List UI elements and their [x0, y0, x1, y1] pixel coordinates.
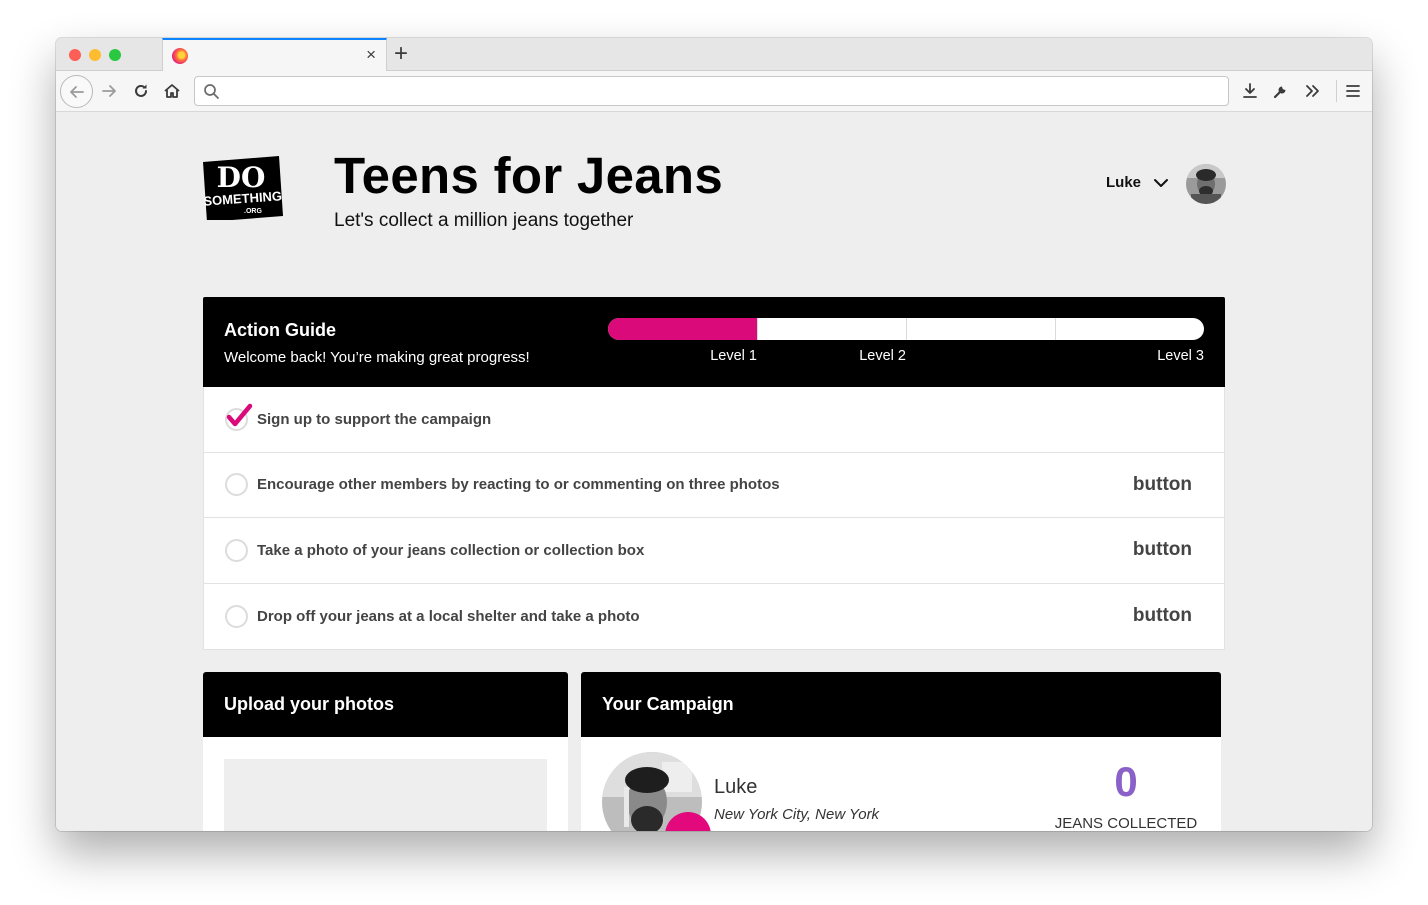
jeans-collected-label: JEANS COLLECTED [1054, 815, 1198, 831]
overflow-icon [1306, 85, 1319, 97]
back-button[interactable] [60, 75, 93, 108]
action-item: Encourage other members by reacting to o… [204, 453, 1224, 518]
page-subtitle: Let's collect a million jeans together [334, 210, 634, 231]
downloads-button[interactable] [1236, 76, 1264, 106]
download-icon [1243, 83, 1257, 98]
campaign-member-name: Luke [714, 776, 758, 798]
photo-upload-area[interactable] [224, 759, 547, 831]
action-item-button[interactable]: button [1133, 474, 1192, 496]
jeans-collected-count: 0 [1114, 758, 1138, 805]
your-campaign-card: Your Campaign Luke New York City, New Yo… [581, 672, 1221, 831]
incomplete-checkbox[interactable] [225, 538, 248, 562]
developer-tools-button[interactable] [1267, 76, 1295, 106]
close-tab-icon[interactable]: × [366, 45, 376, 65]
action-item-button[interactable]: button [1133, 605, 1192, 627]
close-window-button[interactable] [69, 49, 81, 61]
user-name: Luke [1106, 174, 1142, 191]
page-content: DO SOMETHING .ORG Teens for Jeans Let's … [56, 112, 1372, 831]
url-input[interactable] [225, 81, 1215, 101]
page-title: Teens for Jeans [334, 147, 724, 204]
progress-bar [608, 318, 1204, 340]
action-item-label: Drop off your jeans at a local shelter a… [257, 607, 640, 625]
user-menu[interactable]: Luke [1106, 174, 1169, 191]
completed-checkbox[interactable] [225, 403, 253, 431]
progress-segment-divider [906, 318, 907, 340]
action-guide-title: Action Guide [224, 320, 336, 340]
action-guide-header: Action Guide Welcome back! You’re making… [203, 297, 1225, 387]
avatar-photo [1186, 164, 1226, 204]
app-menu-button[interactable] [1339, 76, 1367, 106]
back-icon [69, 85, 84, 98]
overflow-menu-button[interactable] [1299, 76, 1327, 106]
action-guide: Action Guide Welcome back! You’re making… [203, 297, 1225, 650]
progress-segment-divider [1055, 318, 1056, 340]
action-item: Take a photo of your jeans collection or… [204, 518, 1224, 584]
incomplete-checkbox[interactable] [225, 604, 248, 628]
firefox-icon [172, 48, 188, 64]
level-label: Level 3 [1157, 348, 1204, 364]
reload-icon [135, 84, 147, 97]
toolbar-separator [1336, 80, 1337, 102]
campaign-member-location: New York City, New York [714, 806, 880, 823]
chevron-down-icon [1154, 178, 1169, 187]
home-button[interactable] [159, 76, 185, 106]
browser-window: × + DO SOMETHING .ORG Teens for Jeans Le… [56, 38, 1372, 831]
dosomething-logo[interactable]: DO SOMETHING .ORG [203, 156, 285, 220]
home-icon [164, 84, 180, 98]
campaign-card-title: Your Campaign [602, 694, 734, 714]
user-avatar[interactable] [1186, 164, 1226, 204]
upload-card-header: Upload your photos [203, 672, 568, 737]
forward-button[interactable] [96, 76, 122, 106]
progress-fill [608, 318, 757, 340]
action-item: Drop off your jeans at a local shelter a… [204, 584, 1224, 650]
reload-button[interactable] [128, 76, 154, 106]
action-guide-subtitle: Welcome back! You’re making great progre… [224, 349, 530, 366]
campaign-card-header: Your Campaign [581, 672, 1221, 737]
tab-strip: × + [56, 38, 1372, 72]
incomplete-checkbox[interactable] [225, 473, 248, 497]
level-label: Level 2 [859, 348, 906, 364]
logo-org-text: .ORG [244, 208, 262, 215]
wrench-icon [1273, 86, 1286, 99]
search-icon [204, 84, 219, 99]
action-item-label: Sign up to support the campaign [257, 410, 492, 428]
action-item-button[interactable]: button [1133, 539, 1192, 561]
hamburger-menu-icon [1346, 85, 1360, 97]
forward-icon [102, 85, 116, 97]
checkmark-icon [226, 403, 253, 426]
new-tab-button[interactable]: + [394, 41, 408, 67]
level-label: Level 1 [710, 348, 757, 364]
action-item: Sign up to support the campaign [204, 387, 1224, 453]
url-bar[interactable] [194, 76, 1229, 106]
upload-photos-card: Upload your photos [203, 672, 568, 831]
action-item-label: Take a photo of your jeans collection or… [257, 541, 645, 559]
minimize-window-button[interactable] [89, 49, 101, 61]
maximize-window-button[interactable] [109, 49, 121, 61]
upload-card-title: Upload your photos [224, 694, 394, 714]
browser-tab[interactable]: × [162, 38, 387, 72]
action-guide-list: Sign up to support the campaign Encourage… [203, 387, 1225, 650]
nav-toolbar [56, 71, 1372, 112]
progress-segment-divider [757, 318, 758, 340]
action-item-label: Encourage other members by reacting to o… [257, 476, 780, 494]
